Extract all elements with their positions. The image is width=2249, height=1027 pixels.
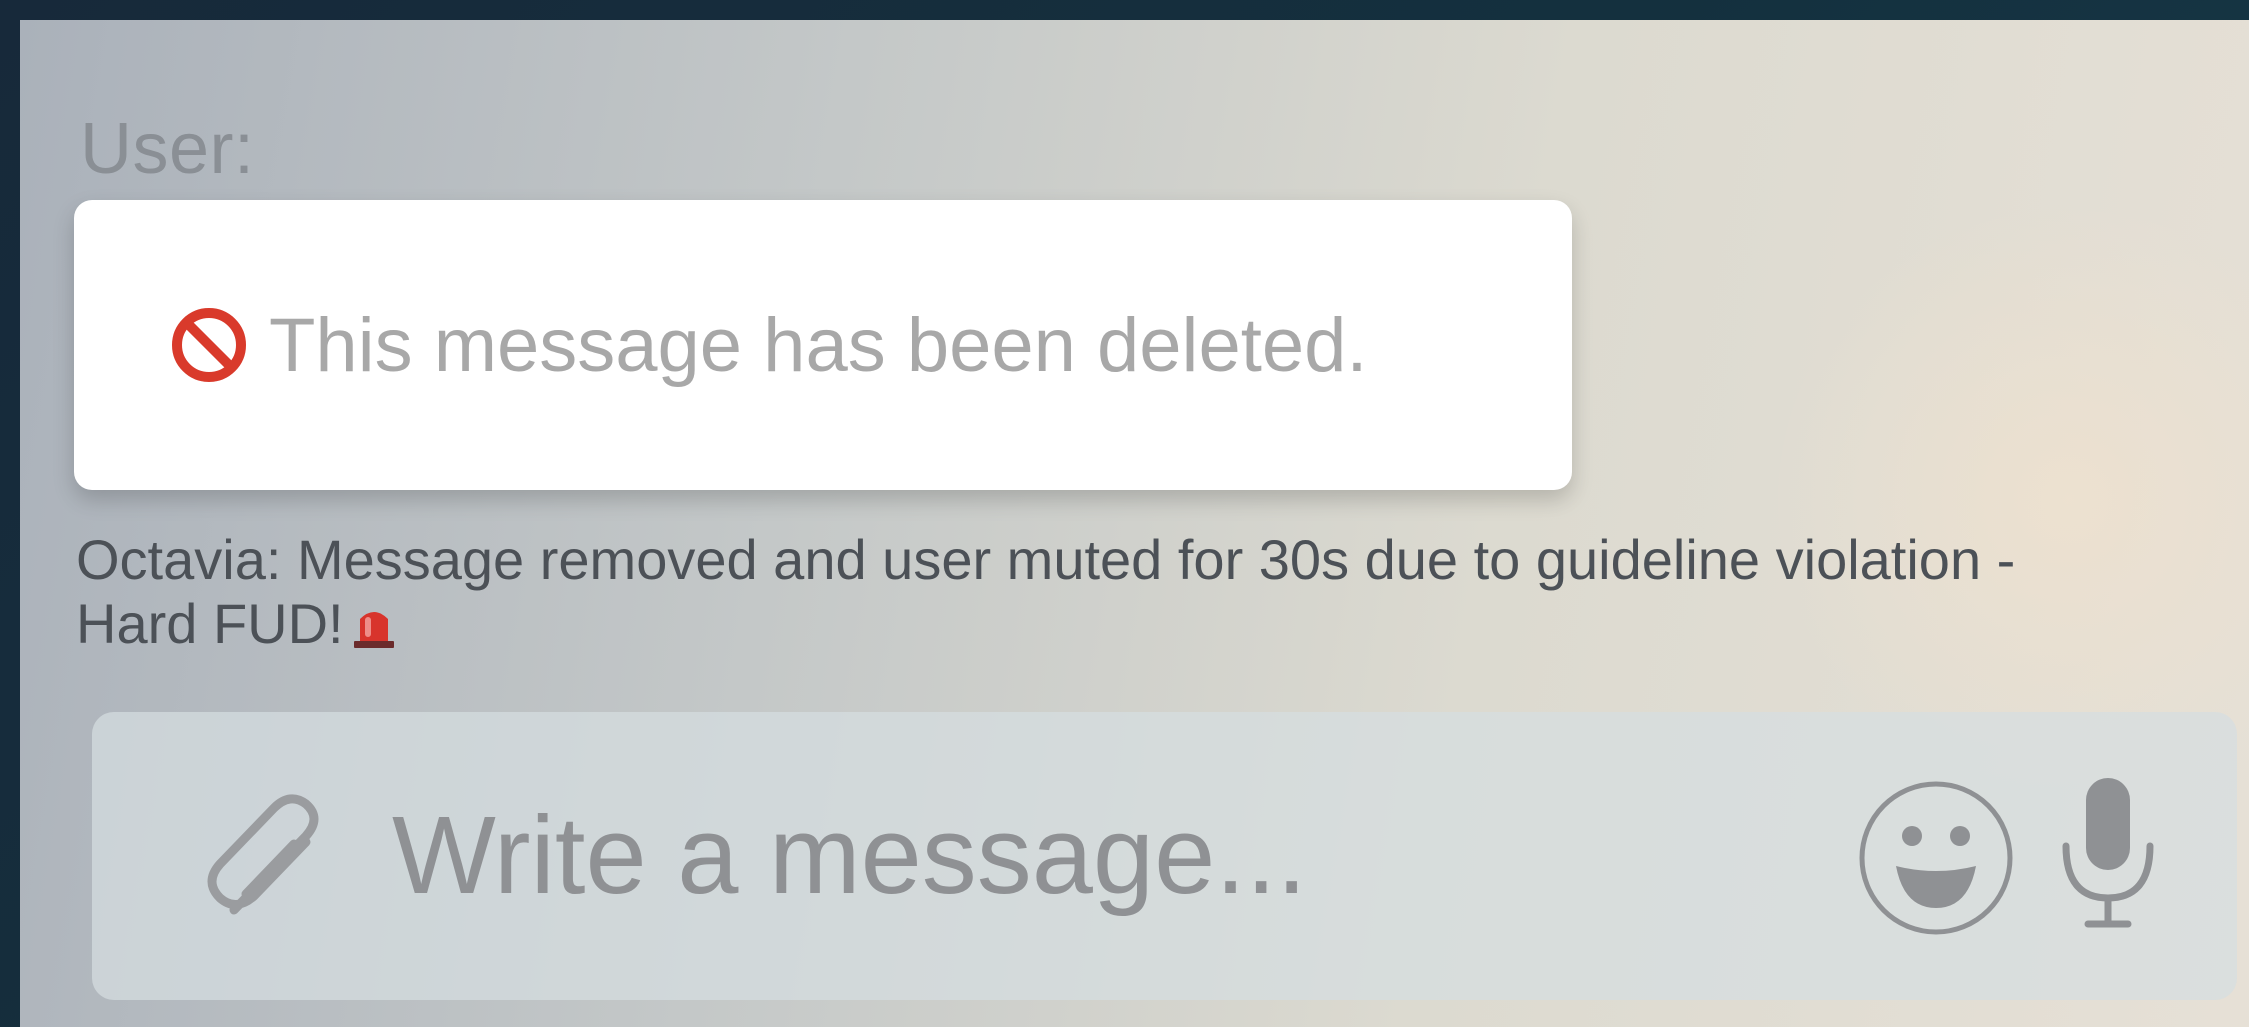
deleted-message-text: This message has been deleted. <box>269 302 1368 388</box>
police-siren-icon <box>353 612 394 648</box>
microphone-icon[interactable] <box>2056 776 2160 932</box>
message-composer <box>92 712 2237 1000</box>
chat-window: User: This message has been deleted. Oct… <box>20 20 2249 1027</box>
deleted-message-bubble[interactable]: This message has been deleted. <box>74 200 1572 490</box>
bot-moderation-message: Octavia: Message removed and user muted … <box>76 528 2056 656</box>
prohibited-icon <box>172 308 246 382</box>
background-glow <box>1769 200 2249 800</box>
message-input[interactable] <box>392 770 1792 940</box>
smiley-icon[interactable] <box>1858 780 2014 936</box>
paperclip-icon[interactable] <box>202 794 342 934</box>
sender-label: User: <box>80 109 255 189</box>
